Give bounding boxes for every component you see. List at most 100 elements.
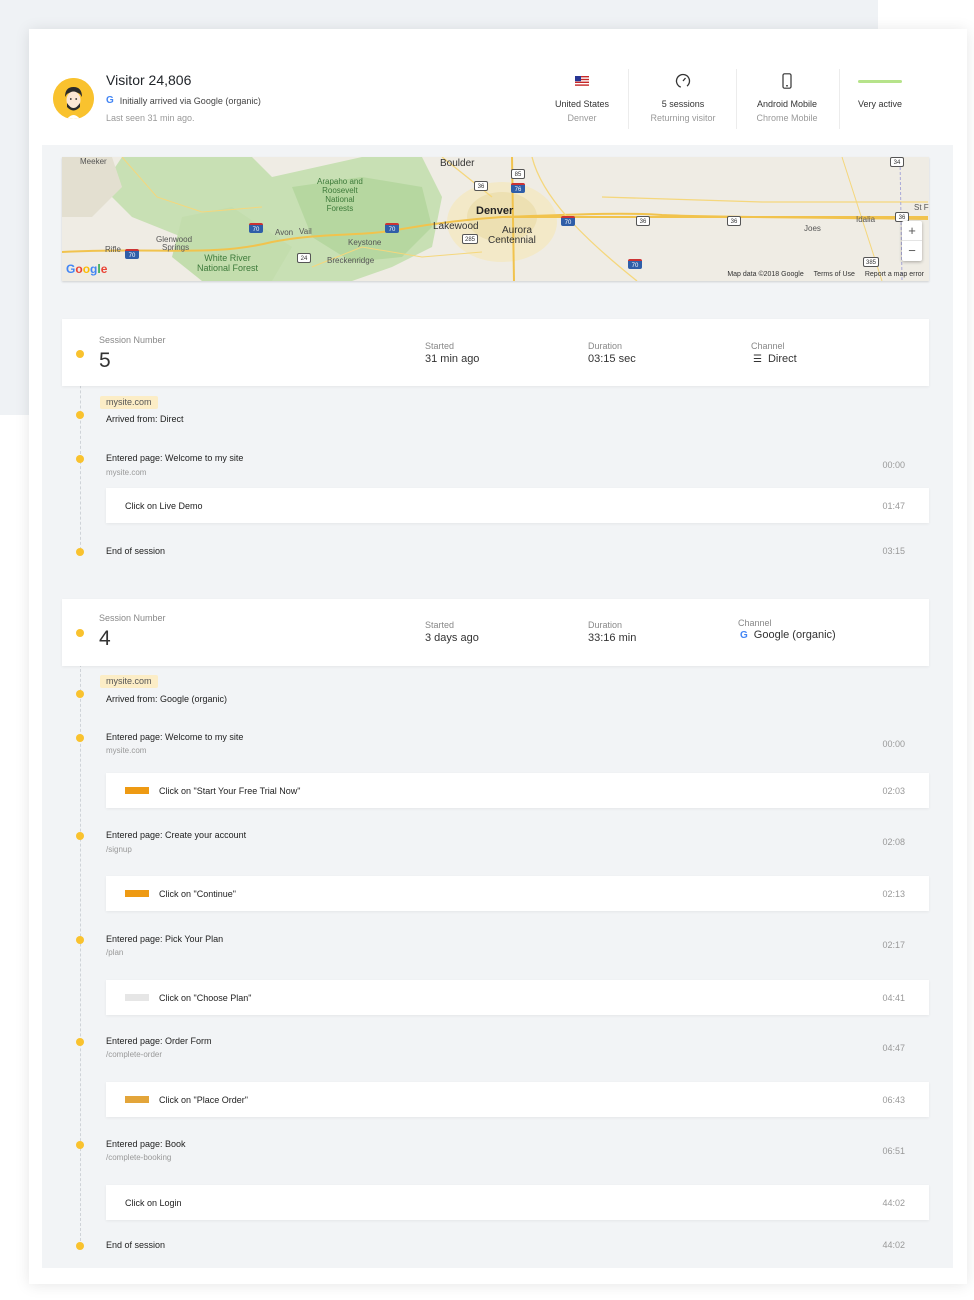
map-label: Vail (299, 227, 312, 236)
click-event[interactable]: Click on "Start Your Free Trial Now" 02:… (106, 773, 929, 808)
session-4-card[interactable]: Session Number 4 Started 3 days ago Dura… (62, 599, 929, 666)
activity-bar-icon (849, 69, 911, 93)
google-icon: G (740, 630, 748, 641)
location-map[interactable]: Meeker Boulder Arapaho and Roosevelt Natio… (62, 157, 929, 281)
entered-page: Entered page: Order Form (106, 1036, 212, 1046)
event-time: 02:13 (882, 889, 905, 899)
click-thumbnail (125, 1096, 149, 1103)
timeline-dot (76, 936, 84, 944)
started-value: 31 min ago (425, 353, 480, 365)
click-event[interactable]: Click on "Continue" 02:13 (106, 876, 929, 911)
event-time: 03:15 (882, 546, 905, 556)
speedometer-icon (638, 69, 728, 93)
end-of-session: End of session (106, 546, 166, 556)
event-time: 00:00 (882, 739, 905, 749)
map-label: Centennial (488, 235, 536, 246)
map-label: Arapaho and Roosevelt National Forests (317, 177, 363, 213)
click-event[interactable]: Click on Login 44:02 (106, 1185, 929, 1220)
mobile-phone-icon (743, 69, 831, 93)
avatar (53, 78, 94, 119)
zoom-in-button[interactable]: + (902, 221, 922, 241)
entered-page: Entered page: Create your account (106, 830, 247, 840)
google-map-logo: Google (66, 262, 108, 276)
session-5-card[interactable]: Session Number 5 Started 31 min ago Dura… (62, 319, 929, 386)
started-value: 3 days ago (425, 632, 479, 644)
highway-shield: 70 (125, 249, 139, 259)
page-url: /signup (106, 845, 132, 854)
timeline-dot (76, 690, 84, 698)
event-time: 02:03 (882, 786, 905, 796)
map-credits: Map data ©2018 Google Terms of Use Repor… (719, 271, 924, 278)
terms-link[interactable]: Terms of Use (814, 271, 855, 278)
site-tag: mysite.com (100, 396, 158, 409)
entered-page: Entered page: Welcome to my site (106, 732, 244, 742)
origin-text: Initially arrived via Google (organic) (119, 95, 261, 106)
event-time: 04:41 (882, 993, 905, 1003)
stat-sessions: 5 sessions Returning visitor (638, 69, 728, 129)
event-time: 06:51 (882, 1146, 905, 1156)
report-error-link[interactable]: Report a map error (865, 271, 924, 278)
highway-shield: 34 (890, 157, 904, 167)
stat-divider (839, 69, 840, 129)
map-label: Avon (275, 228, 294, 237)
click-event[interactable]: Click on "Place Order" 06:43 (106, 1082, 929, 1117)
channel-value: ☰ Direct (753, 353, 797, 365)
arrived-from: Arrived from: Google (organic) (106, 694, 228, 704)
highway-shield: 385 (863, 257, 880, 267)
duration-label: Duration (588, 341, 623, 351)
click-label: Click on "Start Your Free Trial Now" (159, 786, 301, 796)
highway-shield: 76 (511, 183, 525, 193)
map-label: Idalia (856, 215, 876, 224)
map-label: Lakewood (433, 221, 479, 232)
duration-label: Duration (588, 620, 623, 630)
event-time: 02:08 (882, 837, 905, 847)
visitor-type: Returning visitor (650, 113, 716, 123)
map-label: St F (914, 203, 929, 212)
event-time: 06:43 (882, 1095, 905, 1105)
highway-shield: 70 (385, 223, 399, 233)
session-number-label: Session Number (99, 335, 166, 345)
started-label: Started (425, 620, 455, 630)
session-number: 4 (99, 627, 111, 650)
click-label: Click on Login (125, 1198, 182, 1208)
map-label: Glenwood Springs (156, 235, 193, 252)
highway-shield: 85 (511, 169, 525, 179)
page-url: mysite.com (106, 746, 147, 755)
site-tag: mysite.com (100, 675, 158, 688)
stat-location: United States Denver (542, 69, 622, 129)
zoom-out-button[interactable]: − (902, 241, 922, 261)
event-time: 00:00 (882, 460, 905, 470)
highway-shield: 285 (462, 234, 479, 244)
click-event[interactable]: Click on "Choose Plan" 04:41 (106, 980, 929, 1015)
map-label: Rifle (105, 245, 122, 254)
timeline-dot (76, 455, 84, 463)
location-city: Denver (567, 113, 597, 123)
timeline-dot (76, 734, 84, 742)
location-country: United States (554, 99, 610, 109)
started-label: Started (425, 341, 455, 351)
timeline-dot (76, 548, 84, 556)
map-terrain (62, 157, 929, 281)
channel-value: G Google (organic) (740, 629, 836, 641)
timeline-dot (76, 1038, 84, 1046)
event-time: 44:02 (882, 1198, 905, 1208)
session-number: 5 (99, 349, 111, 372)
stat-divider (736, 69, 737, 129)
click-label: Click on Live Demo (125, 501, 203, 511)
activity-level: Very active (857, 99, 903, 109)
map-label: Breckenridge (327, 256, 375, 265)
page-url: mysite.com (106, 468, 147, 477)
entered-page: Entered page: Welcome to my site (106, 453, 244, 463)
click-event[interactable]: Click on Live Demo 01:47 (106, 488, 929, 523)
map-label: Denver (476, 205, 514, 217)
highway-shield: 70 (249, 223, 263, 233)
timeline-dot (76, 1141, 84, 1149)
map-label: Joes (804, 224, 821, 233)
event-time: 04:47 (882, 1043, 905, 1053)
device-browser: Chrome Mobile (756, 113, 818, 123)
end-of-session: End of session (106, 1240, 166, 1250)
highway-shield: 36 (636, 216, 650, 226)
highway-shield: 70 (628, 259, 642, 269)
click-label: Click on "Choose Plan" (159, 993, 252, 1003)
entered-page: Entered page: Pick Your Plan (106, 934, 224, 944)
